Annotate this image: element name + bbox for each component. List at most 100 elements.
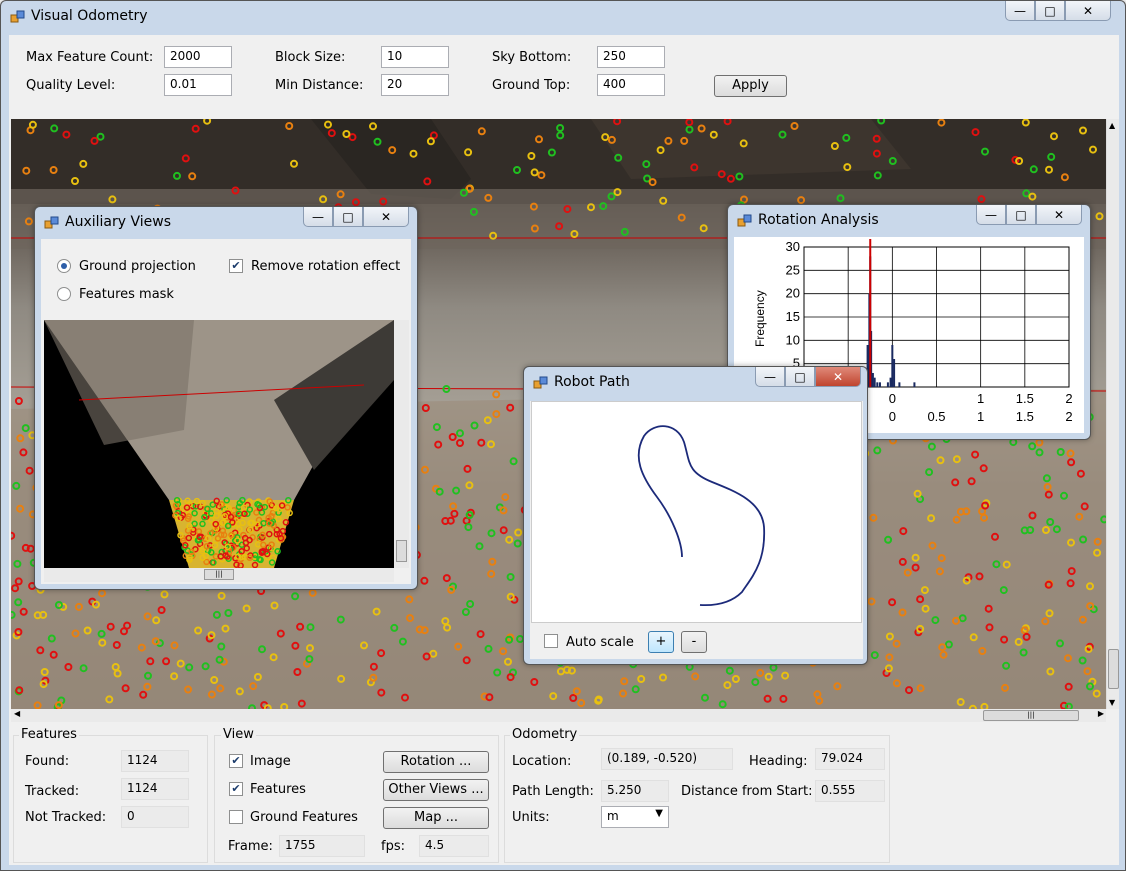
scroll-right-arrow[interactable]: ▶ bbox=[1098, 709, 1104, 718]
x-tick-label: 2 bbox=[1065, 409, 1072, 424]
quality-level-label: Quality Level: bbox=[26, 78, 116, 93]
image-label: Image bbox=[250, 754, 291, 769]
scroll-up-arrow[interactable]: ▲ bbox=[1109, 121, 1115, 130]
ground-features-checkbox[interactable] bbox=[229, 810, 243, 824]
quality-level-field[interactable]: 0.01 bbox=[164, 74, 232, 96]
histogram-bar bbox=[886, 382, 889, 387]
not-tracked-label: Not Tracked: bbox=[25, 810, 107, 825]
heading-label: Heading: bbox=[749, 754, 808, 769]
remove-rotation-checkbox[interactable]: ✔ bbox=[229, 259, 243, 273]
projection-image bbox=[44, 320, 394, 568]
path-length-label: Path Length: bbox=[512, 784, 594, 799]
maximize-button[interactable]: □ bbox=[785, 367, 815, 387]
aux-client: Ground projection Features mask ✔ Remove… bbox=[41, 239, 411, 584]
ground-projection-radio[interactable] bbox=[57, 259, 71, 273]
units-value: m bbox=[607, 809, 619, 823]
app-icon bbox=[10, 10, 25, 23]
x-tick-label: 0 bbox=[889, 391, 896, 406]
feature-marker bbox=[492, 390, 501, 399]
sky-bottom-field[interactable]: 250 bbox=[597, 46, 665, 68]
aux-hscrollbar[interactable]: ||| bbox=[44, 568, 394, 582]
maximize-button[interactable]: □ bbox=[1006, 205, 1036, 225]
minimize-button[interactable]: — bbox=[755, 367, 785, 387]
remove-rotation-label: Remove rotation effect bbox=[251, 259, 401, 274]
min-distance-label: Min Distance: bbox=[275, 78, 364, 93]
ground-top-field[interactable]: 400 bbox=[597, 74, 665, 96]
sky-bottom-label: Sky Bottom: bbox=[492, 50, 572, 65]
x-tick-label: 0 bbox=[889, 409, 896, 424]
histogram-bar bbox=[871, 373, 874, 387]
x-tick-label: 1 bbox=[977, 409, 984, 424]
aux-titlebar[interactable]: Auxiliary Views — □ ✕ bbox=[35, 207, 417, 237]
view-group-label: View bbox=[221, 727, 256, 742]
fps-value: 4.5 bbox=[419, 835, 489, 857]
close-button[interactable]: ✕ bbox=[1065, 1, 1111, 21]
app-icon bbox=[44, 216, 59, 229]
y-tick-label: 30 bbox=[786, 239, 800, 254]
units-select[interactable]: m ▼ bbox=[601, 806, 669, 828]
app-icon bbox=[737, 214, 752, 227]
other-views-button[interactable]: Other Views ... bbox=[383, 779, 489, 801]
zoom-out-button[interactable]: - bbox=[681, 631, 707, 653]
auxiliary-views-window: Auxiliary Views — □ ✕ Ground projection … bbox=[34, 206, 418, 590]
distance-label: Distance from Start: bbox=[681, 784, 813, 799]
max-feature-count-field[interactable]: 2000 bbox=[164, 46, 232, 68]
auto-scale-checkbox[interactable] bbox=[544, 634, 558, 648]
scroll-left-arrow[interactable]: ◀ bbox=[14, 709, 20, 718]
x-tick-label: 0.5 bbox=[927, 409, 945, 424]
minimize-button[interactable]: — bbox=[303, 207, 333, 227]
robot-path-titlebar[interactable]: Robot Path — □ ✕ bbox=[524, 367, 867, 397]
ground-projection-label: Ground projection bbox=[79, 259, 196, 274]
y-tick-label: 25 bbox=[786, 262, 800, 277]
rotation-button[interactable]: Rotation ... bbox=[383, 751, 489, 773]
main-titlebar[interactable]: Visual Odometry — □ ✕ bbox=[1, 1, 1125, 31]
apply-button[interactable]: Apply bbox=[714, 75, 787, 97]
map-button[interactable]: Map ... bbox=[383, 807, 489, 829]
units-label: Units: bbox=[512, 810, 550, 825]
vscroll-thumb[interactable] bbox=[1108, 649, 1119, 689]
maximize-button[interactable]: □ bbox=[333, 207, 363, 227]
camera-vscrollbar[interactable]: ▲ ▼ bbox=[1106, 119, 1119, 709]
close-button[interactable]: ✕ bbox=[1036, 205, 1082, 225]
x-tick-label: 1.5 bbox=[1016, 409, 1034, 424]
histogram-bar bbox=[891, 345, 894, 387]
app-icon bbox=[533, 376, 548, 389]
scroll-down-arrow[interactable]: ▼ bbox=[1109, 698, 1115, 707]
minimize-button[interactable]: — bbox=[1005, 1, 1035, 21]
close-button[interactable]: ✕ bbox=[815, 367, 861, 387]
block-size-label: Block Size: bbox=[275, 50, 346, 65]
features-mask-label: Features mask bbox=[79, 287, 174, 302]
features-group-label: Features bbox=[19, 727, 79, 742]
tracked-label: Tracked: bbox=[25, 784, 80, 799]
minimize-button[interactable]: — bbox=[976, 205, 1006, 225]
distance-value: 0.555 bbox=[815, 780, 885, 802]
ground-features-label: Ground Features bbox=[250, 810, 358, 825]
found-value: 1124 bbox=[121, 750, 189, 772]
close-button[interactable]: ✕ bbox=[363, 207, 409, 227]
robot-path-title: Robot Path bbox=[554, 374, 630, 390]
block-size-field[interactable]: 10 bbox=[381, 46, 449, 68]
rotation-title: Rotation Analysis bbox=[758, 212, 879, 228]
y-tick-label: 20 bbox=[786, 286, 800, 301]
hscroll-thumb[interactable]: ||| bbox=[204, 569, 234, 580]
path-length-value: 5.250 bbox=[601, 780, 669, 802]
vscroll-thumb[interactable] bbox=[396, 540, 407, 562]
feature-marker bbox=[14, 397, 23, 405]
features-checkbox[interactable]: ✔ bbox=[229, 782, 243, 796]
hscroll-thumb[interactable]: ||| bbox=[983, 710, 1079, 721]
zoom-in-button[interactable]: + bbox=[648, 631, 674, 653]
robot-path-plot bbox=[637, 425, 766, 607]
features-mask-radio[interactable] bbox=[57, 287, 71, 301]
rotation-titlebar[interactable]: Rotation Analysis — □ ✕ bbox=[728, 205, 1090, 235]
path-canvas[interactable] bbox=[531, 401, 862, 623]
aux-vscrollbar[interactable] bbox=[394, 320, 409, 568]
aux-title: Auxiliary Views bbox=[65, 214, 171, 230]
min-distance-field[interactable]: 20 bbox=[381, 74, 449, 96]
image-checkbox[interactable]: ✔ bbox=[229, 754, 243, 768]
robot-path-window: Robot Path — □ ✕ Auto scale + - bbox=[523, 366, 868, 665]
not-tracked-value: 0 bbox=[121, 806, 189, 828]
maximize-button[interactable]: □ bbox=[1035, 1, 1065, 21]
location-label: Location: bbox=[512, 754, 572, 769]
robot-path-client: Auto scale + - bbox=[530, 401, 863, 659]
camera-hscrollbar[interactable]: ◀ ||| ▶ bbox=[11, 709, 1106, 722]
